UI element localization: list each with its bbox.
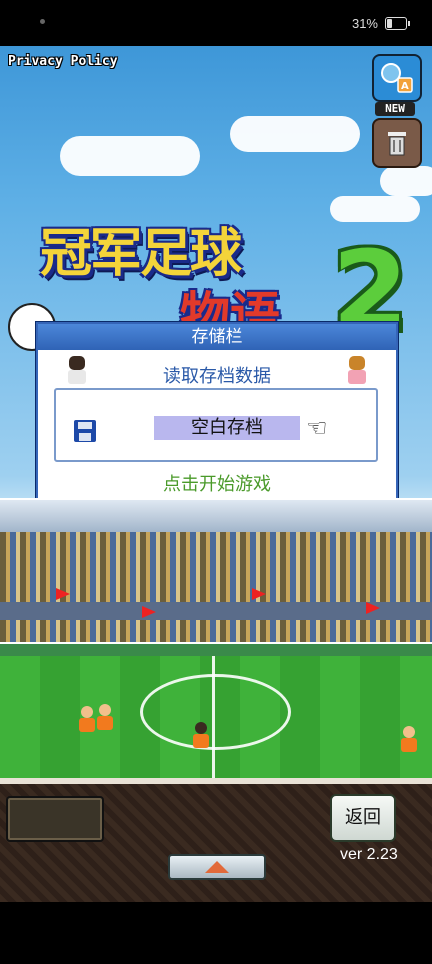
red-flag	[366, 602, 380, 614]
arrow-up-icon	[205, 861, 229, 873]
player-sprite	[400, 726, 418, 756]
save-slot-dialog: 存储栏 读取存档数据 空白存档 ☜ 点击开始游戏	[36, 322, 398, 504]
red-flag	[252, 588, 266, 600]
save-slot[interactable]: 空白存档 ☜	[54, 388, 378, 462]
load-save-heading: 读取存档数据	[163, 366, 271, 387]
floppy-disk-icon	[74, 420, 96, 442]
stadium-background	[0, 498, 432, 796]
language-switch-icon: A	[381, 63, 413, 93]
tap-to-start-hint: 点击开始游戏	[163, 474, 271, 495]
trash-icon	[388, 132, 406, 156]
version-label: ver 2.23	[340, 846, 398, 863]
cloud	[230, 116, 360, 152]
battery-icon	[385, 17, 410, 30]
center-circle	[140, 674, 291, 750]
red-flag	[56, 588, 70, 600]
player-sprite	[78, 706, 96, 736]
player-sprite	[96, 704, 114, 734]
svg-text:A: A	[401, 81, 409, 92]
battery-percent: 31%	[351, 16, 378, 31]
stadium-stands	[0, 532, 432, 642]
privacy-policy-link[interactable]: Privacy Policy	[8, 54, 118, 69]
player-sprite	[192, 722, 210, 752]
stadium-roof	[0, 498, 432, 534]
save-slot-label: 空白存档	[154, 416, 300, 440]
delete-save-button[interactable]	[372, 118, 422, 168]
cloud	[60, 136, 200, 176]
scroll-up-button[interactable]	[168, 854, 266, 880]
navigation-bar	[0, 902, 432, 964]
dialog-title: 存储栏	[38, 324, 396, 350]
red-flag	[142, 606, 156, 618]
pointing-hand-icon: ☜	[306, 414, 328, 442]
back-button[interactable]: 返回	[330, 794, 396, 842]
bottom-panel: 返回 ver 2.23	[0, 778, 432, 902]
logo-title-line1: 冠军足球	[40, 224, 242, 284]
language-switch-button[interactable]: A	[372, 54, 422, 102]
camera-dot	[40, 19, 45, 24]
empty-slot-box	[6, 796, 104, 842]
new-badge: NEW	[375, 102, 415, 116]
game-screen[interactable]: Privacy Policy A NEW 冠军足球 物语 2 存储栏 读取存档数…	[0, 46, 432, 902]
status-bar: 31%	[0, 0, 432, 46]
